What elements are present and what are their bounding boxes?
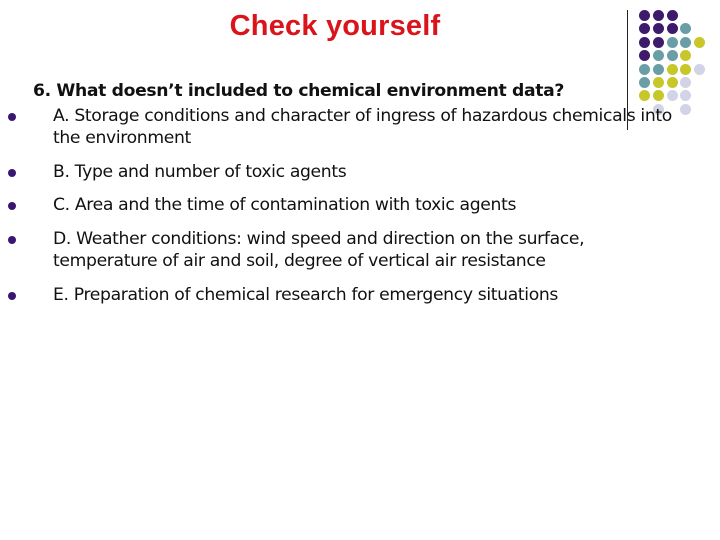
option-item: B. Type and number of toxic agents	[8, 161, 673, 184]
option-item: C. Area and the time of contamination wi…	[8, 194, 673, 217]
decorative-dot-teal	[666, 50, 678, 62]
decorative-dot-purple	[639, 10, 650, 21]
bullet-icon	[8, 235, 16, 244]
option-item: D. Weather conditions: wind speed and di…	[8, 228, 673, 273]
option-a: A. Storage conditions and character of i…	[53, 105, 672, 149]
decorative-dot-purple	[666, 10, 678, 21]
bullet-icon	[8, 291, 16, 300]
option-d: D. Weather conditions: wind speed and di…	[53, 228, 585, 272]
decorative-dot-yellow	[680, 50, 692, 62]
option-b: B. Type and number of toxic agents	[53, 161, 347, 182]
decorative-dot-teal	[680, 36, 692, 48]
decorative-dot-purple	[652, 10, 664, 21]
decorative-dot-teal	[652, 63, 664, 75]
decorative-dot-purple	[652, 36, 664, 48]
decorative-dot-purple	[639, 36, 650, 48]
bullet-icon	[8, 112, 16, 121]
decorative-dot-teal	[639, 63, 650, 75]
option-item: A. Storage conditions and character of i…	[8, 105, 673, 150]
option-item: E. Preparation of chemical research for …	[8, 284, 673, 307]
decorative-dot-yellow	[666, 63, 678, 75]
decorative-dot-purple	[639, 23, 650, 35]
decorative-dot-teal	[652, 50, 664, 62]
question-text: 6. What doesn’t included to chemical env…	[33, 81, 564, 101]
decorative-dot-teal	[666, 36, 678, 48]
decorative-dot-purple	[639, 50, 650, 62]
decorative-dot-lavender	[680, 77, 692, 88]
decorative-dot-yellow	[680, 63, 692, 75]
option-e: E. Preparation of chemical research for …	[53, 284, 559, 305]
option-c: C. Area and the time of contamination wi…	[53, 195, 517, 215]
decorative-dot-lavender	[694, 63, 706, 75]
decorative-dot-teal	[680, 23, 692, 35]
slide-title: Check yourself	[229, 10, 441, 42]
decorative-dot-lavender	[680, 103, 692, 115]
decorative-dot-lavender	[680, 90, 692, 102]
bullet-icon	[8, 202, 16, 210]
slide-body: 6. What doesn’t included to chemical env…	[8, 80, 673, 317]
bullet-icon	[8, 168, 16, 177]
options-list: A. Storage conditions and character of i…	[8, 105, 673, 307]
decorative-dot-purple	[666, 23, 678, 35]
decorative-dot-purple	[652, 23, 664, 35]
decorative-dot-yellow	[694, 36, 706, 48]
